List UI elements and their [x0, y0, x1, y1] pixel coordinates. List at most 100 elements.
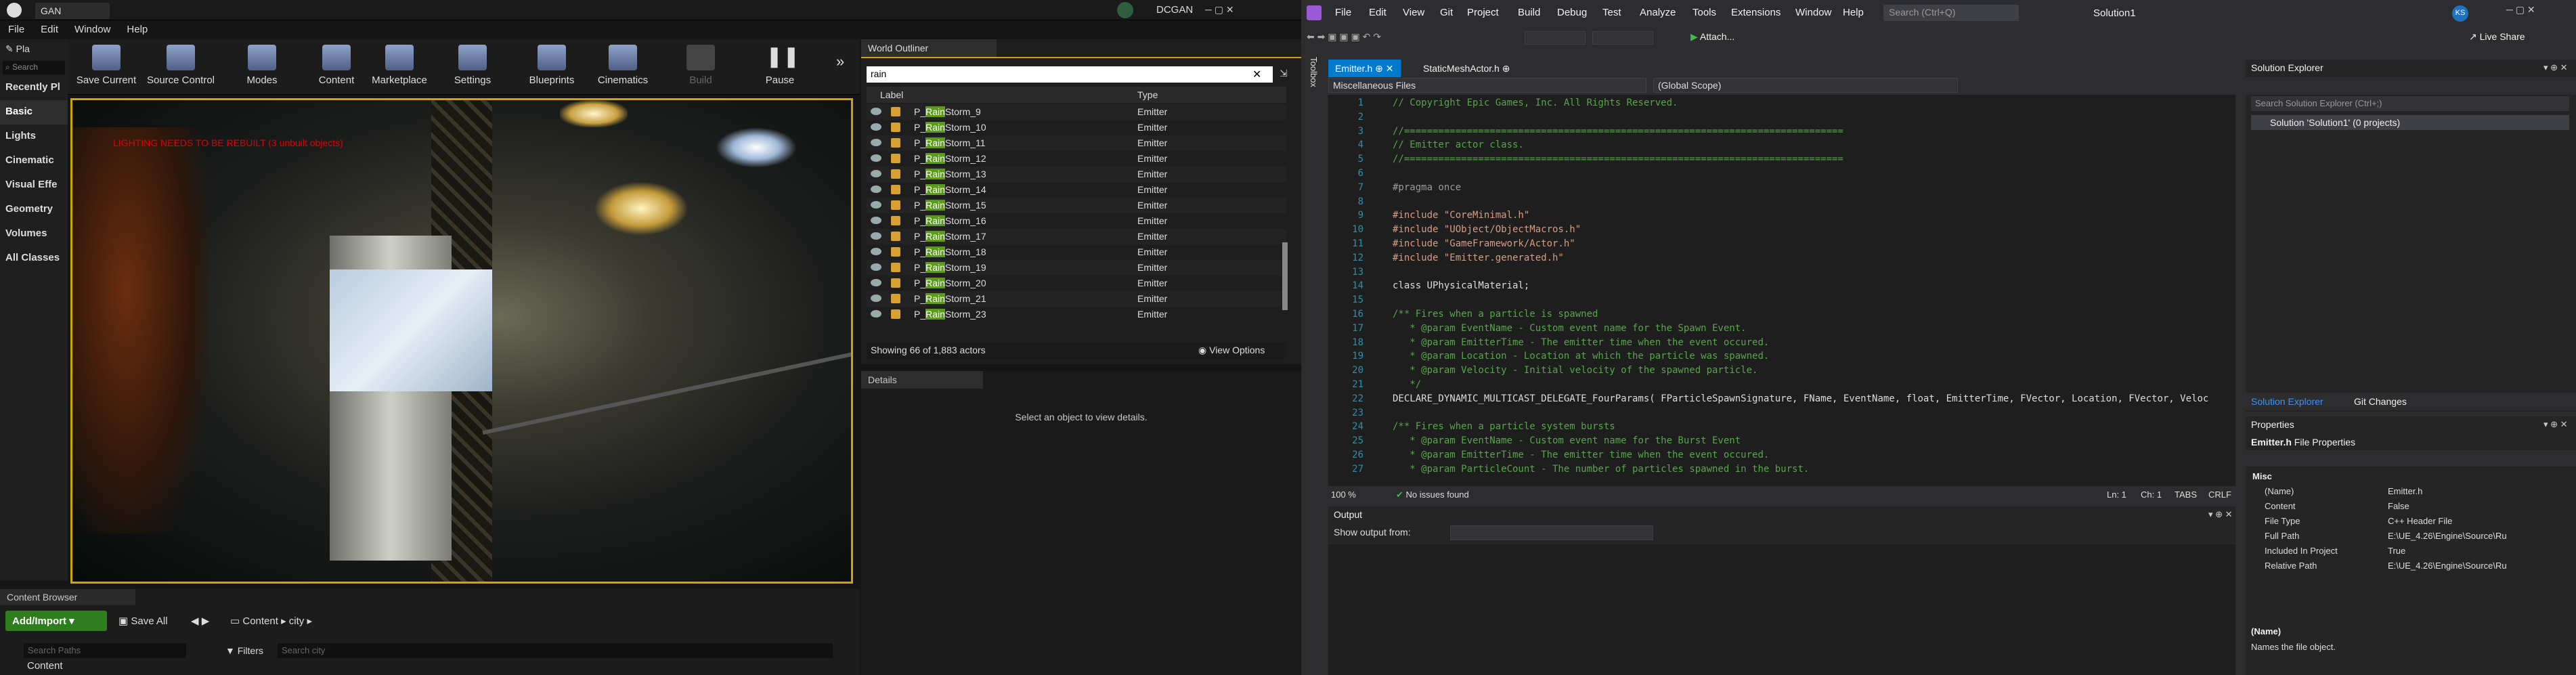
visibility-eye-icon[interactable] [871, 186, 881, 193]
search-assets-input[interactable]: Search city [278, 643, 833, 658]
line-endings[interactable]: CRLF [2208, 489, 2231, 500]
table-row[interactable]: P_RainStorm_14 Emitter [867, 182, 1286, 198]
vs-menu-analyze[interactable]: Analyze [1640, 7, 1676, 18]
search-paths-input[interactable]: Search Paths [24, 643, 186, 658]
table-row[interactable]: P_RainStorm_16 Emitter [867, 213, 1286, 229]
vs-menu-view[interactable]: View [1403, 7, 1424, 18]
visibility-eye-icon[interactable] [871, 310, 881, 318]
code-line[interactable]: * @param EventName - Custom event name f… [1393, 435, 1741, 446]
vs-menu-window[interactable]: Window [1795, 7, 1831, 18]
mode-all-classes[interactable]: All Classes [0, 246, 68, 271]
breadcrumb-content[interactable]: Content [242, 615, 278, 627]
toolbar-buttons[interactable]: ⬅ ➡ ▣ ▣ ▣ ↶ ↷ [1307, 31, 1510, 45]
issues-status[interactable]: ✔ No issues found [1396, 489, 1469, 500]
add-actor-icon[interactable]: ⇲ [1280, 68, 1288, 79]
visibility-eye-icon[interactable] [871, 154, 881, 162]
level-viewport[interactable]: LIGHTING NEEDS TO BE REBUILT (3 unbuilt … [70, 98, 853, 584]
folder-tree-root[interactable]: Content [27, 660, 63, 672]
mode-recently-placed[interactable]: Recently Pl [0, 76, 68, 100]
save-current-button[interactable]: Save Current [69, 45, 144, 92]
property-row[interactable]: File Type C++ Header File [2246, 514, 2576, 529]
content-browser-tab[interactable]: Content Browser [0, 589, 135, 605]
attach-button[interactable]: ▶ Attach... [1690, 31, 1734, 43]
clear-search-icon[interactable]: ✕ [1252, 68, 1261, 81]
cinematics-button[interactable]: Cinematics [586, 45, 660, 92]
vs-menu-git[interactable]: Git [1440, 7, 1453, 18]
marketplace-button[interactable]: Marketplace [362, 45, 437, 92]
table-row[interactable]: P_RainStorm_15 Emitter [867, 198, 1286, 213]
tab-staticmeshactor-h[interactable]: StaticMeshActor.h ⊕ [1416, 60, 1516, 77]
properties-toolbar[interactable] [2246, 450, 2576, 466]
project-dropdown[interactable]: Miscellaneous Files [1328, 78, 1646, 93]
close-icon[interactable]: ✕ [1386, 63, 1394, 74]
modes-button[interactable]: Modes [225, 45, 299, 92]
live-share-button[interactable]: ↗ Live Share [2469, 31, 2525, 43]
ue-level-tab[interactable]: GAN [35, 3, 110, 19]
visibility-eye-icon[interactable] [871, 263, 881, 271]
visibility-eye-icon[interactable] [871, 170, 881, 177]
output-text[interactable] [1328, 544, 2235, 675]
code-line[interactable]: * @param Location - Location at which th… [1393, 351, 1769, 362]
toolbox-tab[interactable]: Toolbox [1301, 50, 1326, 524]
scope-dropdown[interactable]: (Global Scope) [1653, 78, 1958, 93]
save-all-button[interactable]: ▣ Save All [112, 611, 186, 631]
window-controls[interactable]: ─ ▢ ✕ [1205, 4, 1234, 16]
mode-cinematic[interactable]: Cinematic [0, 149, 68, 173]
code-line[interactable]: * @param EventName - Custom event name f… [1393, 323, 1746, 334]
menu-edit[interactable]: Edit [32, 20, 66, 39]
table-row[interactable]: P_RainStorm_12 Emitter [867, 151, 1286, 167]
history-nav[interactable]: ◀ ▶ [191, 615, 209, 627]
zoom-level[interactable]: 100 % [1331, 489, 1356, 500]
property-row[interactable]: Content False [2246, 499, 2576, 514]
panel-controls[interactable]: ▾ ⊕ ✕ [2544, 419, 2568, 430]
visibility-eye-icon[interactable] [871, 139, 881, 146]
table-row[interactable]: P_RainStorm_19 Emitter [867, 260, 1286, 276]
code-line[interactable]: */ [1393, 379, 1421, 390]
visibility-eye-icon[interactable] [871, 232, 881, 240]
toolbar-overflow-icon[interactable]: » [836, 53, 844, 70]
code-line[interactable]: /** Fires when a particle is spawned [1393, 309, 1598, 320]
visibility-eye-icon[interactable] [871, 201, 881, 209]
settings-button[interactable]: Settings [435, 45, 510, 92]
menu-help[interactable]: Help [118, 20, 156, 39]
solution-search-input[interactable]: Search Solution Explorer (Ctrl+;) [2251, 96, 2569, 111]
table-row[interactable]: P_RainStorm_9 Emitter [867, 104, 1286, 120]
col-type[interactable]: Type [1137, 89, 1158, 100]
visibility-eye-icon[interactable] [871, 279, 881, 286]
solution-node[interactable]: Solution 'Solution1' (0 projects) [2251, 115, 2569, 130]
build-button[interactable]: Build [663, 45, 738, 92]
table-row[interactable]: P_RainStorm_13 Emitter [867, 167, 1286, 182]
table-row[interactable]: P_RainStorm_20 Emitter [867, 276, 1286, 291]
table-row[interactable]: P_RainStorm_21 Emitter [867, 291, 1286, 307]
pause-button[interactable]: ❚❚ Pause [743, 45, 817, 92]
vs-menu-project[interactable]: Project [1467, 7, 1499, 18]
code-line[interactable]: DECLARE_DYNAMIC_MULTICAST_DELEGATE_FourP… [1393, 393, 2208, 404]
panel-controls[interactable]: ▾ ⊕ ✕ [2544, 62, 2568, 73]
filters-button[interactable]: ▼ Filters [223, 643, 278, 658]
panel-controls[interactable]: ▾ ⊕ ✕ [2208, 509, 2233, 520]
code-line[interactable]: class UPhysicalMaterial; [1393, 280, 1529, 291]
mode-visual-effects[interactable]: Visual Effe [0, 173, 68, 198]
code-line[interactable]: #pragma once [1393, 182, 1461, 193]
property-row[interactable]: Included In Project True [2246, 544, 2576, 559]
col-label[interactable]: Label [880, 89, 903, 100]
config-dropdown[interactable] [1525, 31, 1586, 45]
tab-solution-explorer[interactable]: Solution Explorer [2251, 396, 2323, 407]
add-import-button[interactable]: Add/Import ▾ [5, 611, 107, 631]
vs-menu-test[interactable]: Test [1602, 7, 1621, 18]
visibility-eye-icon[interactable] [871, 295, 881, 302]
table-row[interactable]: P_RainStorm_18 Emitter [867, 244, 1286, 260]
code-editor[interactable]: 1 // Copyright Epic Games, Inc. All Right… [1328, 95, 2235, 486]
tab-git-changes[interactable]: Git Changes [2354, 396, 2407, 407]
table-row[interactable]: P_RainStorm_11 Emitter [867, 135, 1286, 151]
vs-menu-extensions[interactable]: Extensions [1731, 7, 1781, 18]
code-line[interactable]: #include "Emitter.generated.h" [1393, 253, 1564, 263]
table-row[interactable]: P_RainStorm_10 Emitter [867, 120, 1286, 135]
code-line[interactable]: // Emitter actor class. [1393, 139, 1524, 150]
output-source-dropdown[interactable] [1450, 525, 1653, 540]
code-line[interactable]: * @param ParticleCount - The number of p… [1393, 464, 1809, 475]
code-line[interactable]: /** Fires when a particle system bursts [1393, 421, 1615, 432]
pin-icon[interactable]: ⊕ [1502, 63, 1510, 74]
code-line[interactable]: * @param EmitterTime - The emitter time … [1393, 337, 1769, 348]
visibility-eye-icon[interactable] [871, 108, 881, 115]
